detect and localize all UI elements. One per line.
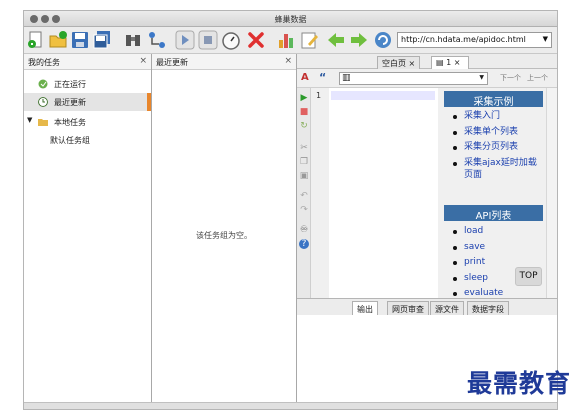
url-text: http://cn.hdata.me/apidoc.html	[401, 35, 526, 44]
document-tabs: 空白页 × ▤ 1 ×	[297, 54, 557, 69]
tasks-panel-header: 我的任务 ×	[24, 54, 151, 70]
copy-icon[interactable]: ❐	[299, 157, 309, 167]
help-icon[interactable]: ?	[299, 239, 309, 249]
tab-label: 空白页	[382, 59, 406, 68]
tree-item-label: 正在运行	[54, 80, 86, 89]
selector-combo[interactable]: ▥ ▼	[339, 72, 488, 85]
chevron-down-icon[interactable]: ▼	[543, 35, 548, 43]
tab-script-1[interactable]: ▤ 1 ×	[431, 56, 469, 69]
timer-icon[interactable]	[221, 30, 241, 50]
expand-arrow-icon[interactable]: ▼	[27, 116, 32, 124]
tree-item-label: 本地任务	[54, 118, 86, 127]
tree-item-recent[interactable]: 最近更新	[24, 93, 151, 111]
stop-icon[interactable]	[198, 30, 218, 50]
recent-panel-header: 最近更新 ×	[152, 54, 296, 70]
chart-icon[interactable]	[277, 30, 297, 50]
run-icon[interactable]	[175, 30, 195, 50]
running-icon	[38, 79, 48, 89]
close-icon[interactable]: ×	[139, 56, 147, 66]
save-icon[interactable]	[70, 30, 90, 50]
cut-icon[interactable]: ✂	[299, 143, 309, 153]
paste-icon[interactable]: ▣	[299, 171, 309, 181]
line-number-gutter: 1	[311, 88, 329, 298]
chevron-down-icon[interactable]: ▼	[479, 74, 484, 81]
editor-area: 空白页 × ▤ 1 × A “ ▥ ▼ 下一个 上一个 ▶ ■ ↻ ✂ ❐ ▣ …	[297, 54, 557, 402]
close-icon[interactable]: ×	[454, 58, 461, 67]
api-list: load save print sleep evaluate has_eleme…	[444, 224, 544, 298]
current-line-highlight	[331, 91, 435, 100]
selection-indicator	[147, 93, 151, 111]
forward-icon[interactable]	[349, 30, 369, 50]
watermark: 最需教育	[467, 369, 572, 398]
main-toolbar: http://cn.hdata.me/apidoc.html ▼	[24, 27, 557, 54]
link-api-save[interactable]: save	[444, 240, 544, 256]
tree-item-running[interactable]: 正在运行	[24, 75, 151, 93]
bottom-tabs: 输出 网页审查 源文件 数据字段	[297, 298, 557, 316]
title-bar: 蜂巢数据	[24, 11, 557, 27]
link-example-2[interactable]: 采集分页列表	[444, 140, 544, 156]
step-icon[interactable]	[147, 30, 167, 50]
help-panel: 采集示例 采集入门 采集单个列表 采集分页列表 采集ajax延时加载页面 API…	[438, 88, 546, 298]
status-bar	[24, 402, 557, 409]
next-button[interactable]: 上一个	[527, 73, 548, 83]
quote-icon[interactable]: “	[319, 71, 326, 84]
play-icon[interactable]: ▶	[299, 93, 309, 103]
link-example-0[interactable]: 采集入门	[444, 109, 544, 125]
recent-panel-title: 最近更新	[156, 58, 188, 67]
folder-icon	[38, 119, 48, 126]
tab-data-fields[interactable]: 数据字段	[467, 301, 509, 316]
tasks-panel-title: 我的任务	[28, 58, 60, 67]
delete-icon[interactable]	[246, 30, 266, 50]
undo-icon[interactable]: ↶	[299, 191, 309, 201]
save-all-icon[interactable]	[92, 30, 112, 50]
section-title-api: API列表	[444, 205, 543, 222]
recent-panel: 最近更新 × 该任务组为空。	[152, 54, 297, 402]
top-button[interactable]: TOP	[515, 267, 542, 286]
link-api-load[interactable]: load	[444, 224, 544, 240]
app-window: 蜂巢数据 http://cn.hdata.me/apidoc.html ▼ 我的…	[23, 10, 558, 410]
link-example-3[interactable]: 采集ajax延时加载页面	[444, 156, 544, 183]
close-icon[interactable]: ×	[284, 56, 292, 66]
tasks-panel: 我的任务 × 正在运行 最近更新 ▼ 本地任务 默认任务组	[24, 54, 152, 402]
prev-button[interactable]: 下一个	[500, 73, 521, 83]
edit-icon[interactable]	[300, 30, 320, 50]
new-icon[interactable]	[26, 30, 46, 50]
tab-blank-page[interactable]: 空白页 ×	[377, 56, 421, 69]
examples-list: 采集入门 采集单个列表 采集分页列表 采集ajax延时加载页面	[444, 109, 544, 183]
vertical-scrollbar[interactable]	[546, 88, 557, 298]
tree-item-label: 最近更新	[54, 98, 86, 107]
link-api-evaluate[interactable]: evaluate	[444, 286, 544, 298]
code-editor[interactable]	[329, 88, 438, 298]
stop-small-icon[interactable]: ■	[299, 107, 309, 117]
editor-toolbar: A “ ▥ ▼ 下一个 上一个	[297, 69, 557, 88]
editor-side-tools: ▶ ■ ↻ ✂ ❐ ▣ ↶ ↷ ♾ ?	[297, 88, 311, 298]
binoculars-icon[interactable]	[123, 30, 143, 50]
find-icon[interactable]: ♾	[299, 225, 309, 235]
tab-label: 1	[446, 58, 452, 67]
redo-icon[interactable]: ↷	[299, 205, 309, 215]
section-title-examples: 采集示例	[444, 91, 543, 108]
binoculars-icon: ▥	[342, 73, 351, 83]
tree-item-label: 默认任务组	[50, 136, 90, 145]
tab-output[interactable]: 输出	[352, 301, 378, 316]
link-example-1[interactable]: 采集单个列表	[444, 125, 544, 141]
back-icon[interactable]	[326, 30, 346, 50]
font-icon[interactable]: A	[301, 72, 309, 83]
tree-item-default-group[interactable]: 默认任务组	[24, 131, 151, 149]
line-number: 1	[316, 91, 322, 100]
empty-message: 该任务组为空。	[196, 231, 252, 240]
tab-inspector[interactable]: 网页审查	[387, 301, 429, 316]
step-small-icon[interactable]: ↻	[299, 121, 309, 131]
tree-item-local-tasks[interactable]: ▼ 本地任务	[24, 113, 151, 131]
clock-icon	[38, 97, 48, 107]
script-icon: ▤	[436, 58, 444, 67]
refresh-icon[interactable]	[373, 30, 393, 50]
window-title: 蜂巢数据	[274, 15, 307, 24]
tab-source[interactable]: 源文件	[430, 301, 464, 316]
close-icon[interactable]: ×	[409, 59, 416, 68]
url-input[interactable]: http://cn.hdata.me/apidoc.html ▼	[397, 32, 552, 48]
new-folder-icon[interactable]	[48, 30, 68, 50]
